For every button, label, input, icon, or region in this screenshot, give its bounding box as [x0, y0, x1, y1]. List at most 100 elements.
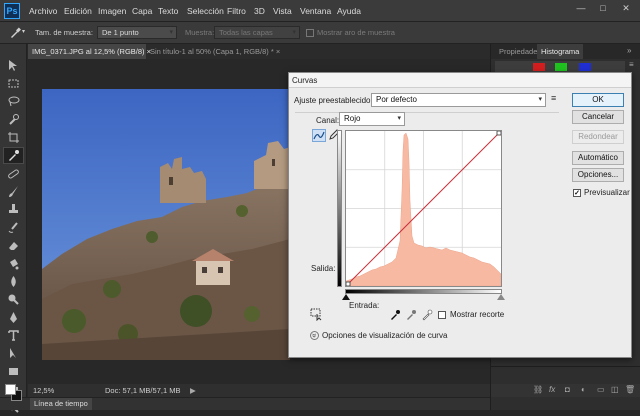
document-tab-bar: IMG_0371.JPG al 12,5% (RGB/8) × Sin títu… — [28, 44, 490, 59]
green-channel-swatch — [555, 63, 567, 71]
menu-seleccion[interactable]: Selección — [187, 6, 224, 16]
output-label: Salida: — [311, 264, 336, 273]
quick-selection-tool-icon[interactable] — [3, 111, 24, 128]
trash-icon[interactable]: 🗑 — [625, 385, 635, 394]
sample-size-label: Tam. de muestra: — [35, 28, 93, 37]
output-gradient-bar — [337, 130, 342, 287]
curve-point-white[interactable] — [496, 130, 502, 136]
auto-button[interactable]: Automático — [572, 151, 624, 165]
menu-capa[interactable]: Capa — [132, 6, 152, 16]
menu-filtro[interactable]: Filtro — [227, 6, 246, 16]
white-eyedropper-icon[interactable] — [421, 309, 433, 321]
black-eyedropper-icon[interactable] — [389, 309, 401, 321]
type-tool-icon[interactable] — [3, 327, 24, 344]
eraser-tool-icon[interactable] — [3, 237, 24, 254]
red-channel-swatch — [533, 63, 545, 71]
layer-mask-icon[interactable]: ◘ — [565, 385, 570, 394]
menu-archivo[interactable]: Archivo — [29, 6, 57, 16]
new-layer-icon[interactable]: ◫ — [611, 385, 619, 394]
document-image[interactable] — [42, 89, 290, 360]
status-bar: 12,5% Doc: 57,1 MB/57,1 MB ▶ — [28, 384, 490, 397]
lasso-tool-icon[interactable] — [3, 93, 24, 110]
preset-menu-icon[interactable]: ≡ — [551, 93, 556, 103]
document-info: Doc: 57,1 MB/57,1 MB — [105, 386, 181, 395]
close-window-button[interactable]: ✕ — [619, 2, 633, 14]
timeline-tab[interactable]: Línea de tiempo — [30, 398, 92, 410]
history-brush-tool-icon[interactable] — [3, 219, 24, 236]
gradient-tool-icon[interactable] — [3, 255, 24, 272]
move-tool-icon[interactable] — [3, 57, 24, 74]
eyedropper-tool-icon[interactable] — [3, 147, 24, 164]
show-ring-label: Mostrar aro de muestra — [317, 28, 395, 37]
blur-tool-icon[interactable] — [3, 273, 24, 290]
smooth-button[interactable]: Redondear — [572, 130, 624, 144]
document-tab-sin-titulo[interactable]: Sin título-1 al 50% (Capa 1, RGB/8) * × — [146, 44, 294, 59]
panel-collapse-icon[interactable]: » — [627, 46, 631, 55]
path-selection-tool-icon[interactable] — [3, 345, 24, 362]
separator — [295, 112, 559, 113]
black-point-slider[interactable] — [342, 294, 350, 300]
link-layers-icon[interactable]: ⛓ — [533, 385, 543, 394]
options-bar: ▾ Tam. de muestra: De 1 punto ▾ Muestra: … — [0, 22, 640, 44]
cancel-button[interactable]: Cancelar — [572, 110, 624, 124]
menu-texto[interactable]: Texto — [158, 6, 178, 16]
sample-label: Muestra: — [185, 28, 215, 37]
maximize-button[interactable]: □ — [596, 2, 610, 14]
preview-checkbox[interactable]: ✓ — [573, 189, 581, 197]
menu-imagen[interactable]: Imagen — [98, 6, 126, 16]
white-point-slider[interactable] — [497, 294, 505, 300]
menu-edicion[interactable]: Edición — [64, 6, 92, 16]
menu-bar: Ps Archivo Edición Imagen Capa Texto Sel… — [0, 0, 640, 22]
minimize-button[interactable]: — — [574, 2, 588, 14]
rectangle-tool-icon[interactable] — [3, 363, 24, 380]
tools-panel — [0, 44, 27, 413]
curve-point-tool-icon[interactable] — [312, 129, 326, 142]
new-group-icon[interactable]: ▭ — [597, 385, 605, 394]
gray-eyedropper-icon[interactable] — [405, 309, 417, 321]
show-clipping-label: Mostrar recorte — [450, 310, 505, 319]
healing-brush-tool-icon[interactable] — [3, 165, 24, 182]
options-button[interactable]: Opciones... — [572, 168, 624, 182]
show-clipping-checkbox[interactable] — [438, 311, 446, 319]
curve-options-toggle[interactable]: » — [310, 331, 319, 340]
preset-select[interactable]: Por defecto ▾ — [371, 93, 546, 107]
sample-select[interactable]: Todas las capas ▾ — [214, 26, 300, 39]
adjustment-layer-icon[interactable]: ◐ — [581, 385, 586, 394]
close-tab-icon[interactable]: × — [276, 47, 280, 56]
channel-select[interactable]: Rojo ▾ — [339, 112, 405, 126]
document-tab-img-0371[interactable]: IMG_0371.JPG al 12,5% (RGB/8) × — [28, 44, 151, 59]
status-menu-arrow[interactable]: ▶ — [190, 384, 196, 397]
menu-ayuda[interactable]: Ayuda — [337, 6, 361, 16]
tab-histograma[interactable]: Histograma — [537, 44, 584, 59]
dialog-title: Curvas — [289, 73, 631, 88]
curve-options-label[interactable]: Opciones de visualización de curva — [322, 331, 447, 340]
panel-menu-icon[interactable]: ≡ — [629, 60, 634, 69]
marquee-tool-icon[interactable] — [3, 75, 24, 92]
layers-footer: ⛓ fx ◘ ◐ ▭ ◫ 🗑 — [491, 384, 640, 397]
curve-point-black[interactable] — [345, 281, 351, 287]
crop-tool-icon[interactable] — [3, 129, 24, 146]
brush-tool-icon[interactable] — [3, 183, 24, 200]
pen-tool-icon[interactable] — [3, 309, 24, 326]
menu-3d[interactable]: 3D — [254, 6, 265, 16]
input-gradient-bar — [345, 289, 502, 294]
eyedropper-icon[interactable] — [8, 26, 22, 40]
layer-style-icon[interactable]: fx — [549, 385, 555, 394]
curves-dialog: Curvas Ajuste preestablecido: Por defect… — [288, 72, 632, 358]
clone-stamp-tool-icon[interactable] — [3, 201, 24, 218]
input-label: Entrada: — [349, 301, 380, 310]
checkmark-icon: ✓ — [574, 190, 580, 197]
dodge-tool-icon[interactable] — [3, 291, 24, 308]
menu-vista[interactable]: Vista — [273, 6, 292, 16]
blue-channel-swatch — [579, 63, 591, 71]
curve-graph[interactable] — [345, 130, 502, 287]
menu-ventana[interactable]: Ventana — [300, 6, 331, 16]
show-ring-checkbox[interactable] — [306, 29, 314, 37]
preview-label: Previsualizar — [584, 188, 630, 197]
sample-size-select[interactable]: De 1 punto ▾ — [97, 26, 177, 39]
ok-button[interactable]: OK — [572, 93, 624, 107]
chevron-down-icon[interactable]: ▾ — [22, 28, 25, 35]
zoom-level[interactable]: 12,5% — [33, 384, 54, 397]
on-image-adjust-icon[interactable] — [310, 308, 324, 322]
foreground-color-swatch[interactable] — [5, 384, 16, 395]
